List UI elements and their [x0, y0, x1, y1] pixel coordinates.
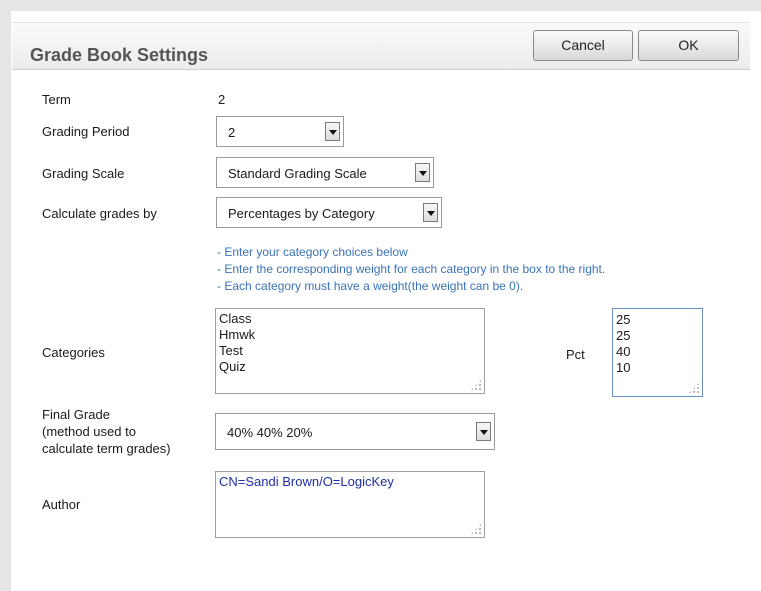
resize-grip-icon[interactable]	[470, 523, 482, 535]
author-textarea[interactable]: CN=Sandi Brown/O=LogicKey	[215, 471, 485, 538]
categories-label: Categories	[42, 345, 105, 360]
dialog-title: Grade Book Settings	[30, 45, 209, 65]
final-grade-label: Final Grade (method used to calculate te…	[42, 406, 171, 457]
final-grade-label-line: calculate term grades)	[42, 441, 171, 456]
calculate-grades-by-value: Percentages by Category	[228, 206, 375, 221]
window-frame-top	[0, 0, 761, 11]
term-value: 2	[218, 92, 226, 107]
pct-item: 25	[616, 328, 631, 343]
author-label: Author	[42, 497, 81, 512]
category-item: Test	[219, 343, 243, 358]
hint-text-2: - Enter the corresponding weight for eac…	[217, 262, 606, 276]
grading-scale-label: Grading Scale	[42, 166, 125, 181]
resize-grip-icon[interactable]	[470, 379, 482, 391]
ok-button[interactable]: OK	[638, 30, 739, 61]
final-grade-select[interactable]: 40% 40% 20%	[215, 413, 495, 450]
categories-textarea[interactable]: Class Hmwk Test Quiz	[215, 308, 485, 394]
grading-scale-select[interactable]: Standard Grading Scale	[216, 157, 434, 188]
category-item: Class	[219, 311, 252, 326]
resize-grip-icon[interactable]	[688, 382, 700, 394]
cancel-button[interactable]: Cancel	[533, 30, 633, 61]
pct-item: 40	[616, 344, 631, 359]
chevron-down-icon[interactable]	[423, 203, 438, 222]
final-grade-label-line: (method used to	[42, 424, 136, 439]
category-item: Hmwk	[219, 327, 256, 342]
final-grade-label-line: Final Grade	[42, 407, 110, 422]
pct-label: Pct	[566, 347, 585, 362]
window-frame-left	[0, 0, 11, 591]
final-grade-value: 40% 40% 20%	[227, 425, 313, 440]
chevron-down-icon[interactable]	[476, 422, 491, 441]
hint-text-1: - Enter your category choices below	[217, 245, 408, 259]
pct-item: 10	[616, 360, 631, 375]
calculate-grades-by-select[interactable]: Percentages by Category	[216, 197, 442, 228]
pct-item: 25	[616, 312, 631, 327]
grading-period-value: 2	[228, 125, 236, 140]
term-label: Term	[42, 92, 71, 107]
chevron-down-icon[interactable]	[325, 122, 340, 141]
grading-period-label: Grading Period	[42, 124, 130, 139]
author-value: CN=Sandi Brown/O=LogicKey	[219, 474, 394, 489]
calculate-grades-by-label: Calculate grades by	[42, 206, 157, 221]
grading-scale-value: Standard Grading Scale	[228, 166, 367, 181]
hint-text-3: - Each category must have a weight(the w…	[217, 279, 524, 293]
category-item: Quiz	[219, 359, 246, 374]
pct-textarea[interactable]: 25 25 40 10	[612, 308, 703, 397]
chevron-down-icon[interactable]	[415, 163, 430, 182]
grading-period-select[interactable]: 2	[216, 116, 344, 147]
